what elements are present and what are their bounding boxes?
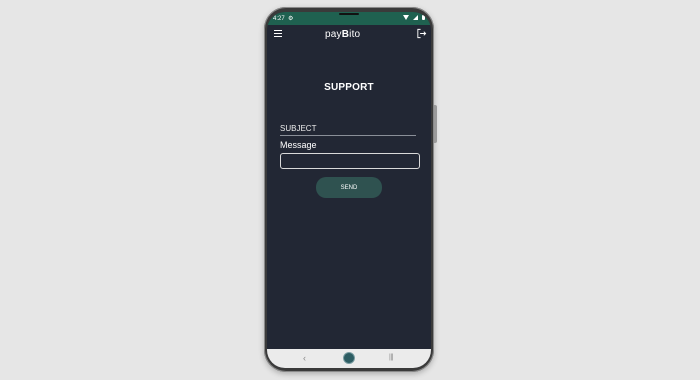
app-header: payBito [267, 25, 431, 47]
gear-icon: ⚙ [288, 16, 294, 22]
page-title: SUPPORT [324, 82, 374, 93]
send-button[interactable]: SEND [316, 177, 382, 198]
back-icon[interactable]: ‹ [303, 353, 306, 363]
logo-prefix: pay [325, 29, 342, 40]
signal-icon [413, 15, 418, 20]
phone-frame: 4:27 ⚙ payBito SUPPORT Message SEN [264, 7, 437, 372]
speaker [339, 13, 359, 15]
menu-icon[interactable] [274, 30, 282, 37]
logo-suffix: ito [349, 29, 361, 40]
battery-icon [422, 15, 425, 20]
paybito-logo: payBito [325, 29, 360, 40]
subject-input[interactable] [280, 121, 416, 136]
nav-bar: ‹ ||| [267, 349, 431, 368]
home-icon[interactable] [343, 352, 355, 364]
logout-icon[interactable] [416, 28, 427, 39]
recents-icon[interactable]: ||| [389, 354, 393, 361]
side-button [434, 105, 437, 143]
status-icons [403, 15, 425, 20]
message-label: Message [280, 140, 317, 150]
status-time: 4:27 [273, 16, 285, 22]
app-screen: 4:27 ⚙ payBito SUPPORT Message SEN [267, 12, 431, 368]
wifi-icon [403, 15, 409, 20]
message-input[interactable] [280, 153, 420, 169]
